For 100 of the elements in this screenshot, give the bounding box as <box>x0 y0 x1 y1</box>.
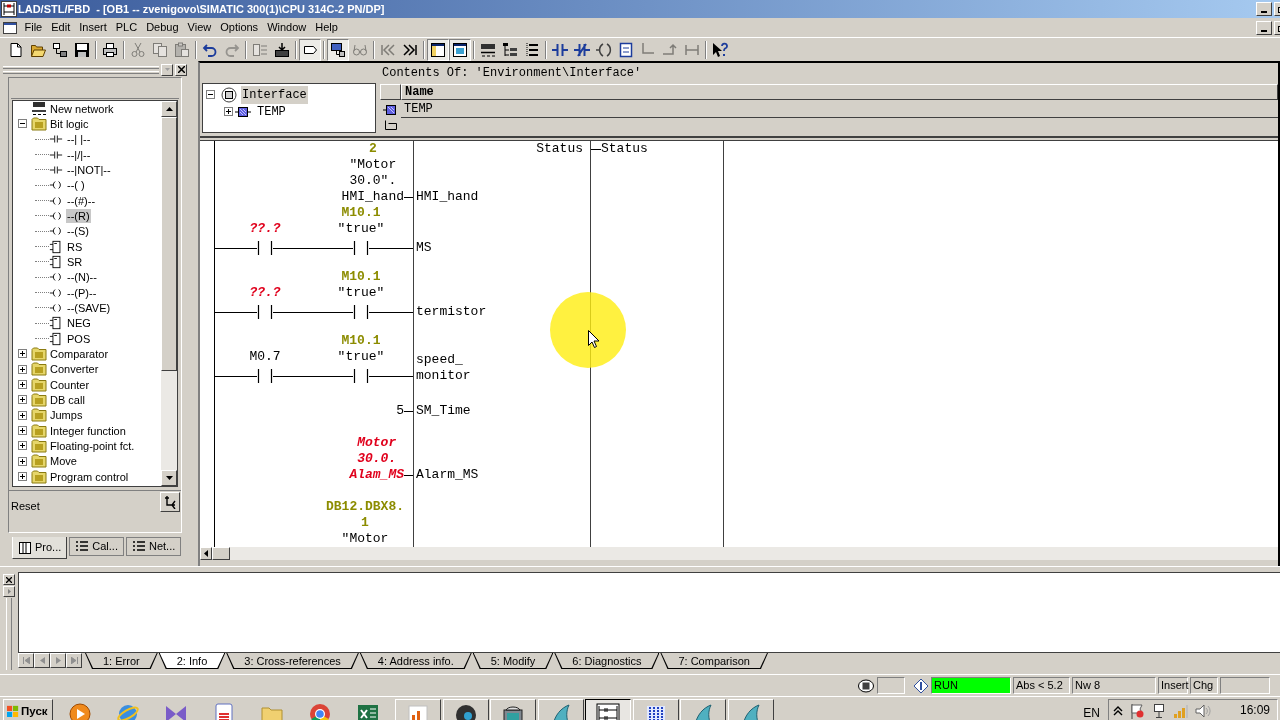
download-icon <box>274 41 290 58</box>
toolbar-button[interactable] <box>449 38 471 61</box>
quick-launch-button[interactable] <box>68 702 92 720</box>
output-tab[interactable]: 7: Comparison <box>660 653 768 669</box>
quick-launch-button[interactable] <box>212 702 236 720</box>
scroll-down-button[interactable] <box>161 470 177 486</box>
expand-icon[interactable] <box>17 364 27 374</box>
clock[interactable]: 16:09 <box>1239 703 1270 717</box>
tree-item[interactable]: Bit logic <box>49 117 90 131</box>
taskbar-button[interactable] <box>585 699 631 720</box>
expand-icon[interactable] <box>17 395 27 405</box>
expand-icon[interactable] <box>17 472 27 482</box>
tree-item[interactable]: Converter <box>49 362 100 377</box>
minimize-button[interactable] <box>1256 2 1272 16</box>
tree-item[interactable]: Integer function <box>49 423 127 438</box>
expand-icon[interactable] <box>17 380 27 390</box>
output-tab[interactable]: 2: Info <box>158 653 226 669</box>
tree-item[interactable]: POS <box>66 331 92 346</box>
tree-item[interactable]: --(SAVE) <box>66 300 112 315</box>
edit-mode-status: Insert <box>1158 677 1188 694</box>
tree-item[interactable]: Floating-point fct. <box>49 438 136 453</box>
panel-tab[interactable]: Pro... <box>12 537 68 559</box>
toolbar-button[interactable] <box>299 38 321 61</box>
scrollbar-thumb[interactable] <box>212 547 230 560</box>
horizontal-scrollbar[interactable] <box>200 547 1278 560</box>
operand-label: "true" <box>337 349 385 365</box>
tree-item[interactable]: Move <box>49 454 78 469</box>
pin-button[interactable] <box>3 586 15 597</box>
language-indicator[interactable]: EN <box>1083 704 1100 720</box>
tree-item[interactable]: --( ) <box>66 178 86 193</box>
scroll-up-button[interactable] <box>161 101 177 117</box>
collapse-icon[interactable] <box>17 119 27 129</box>
tree-item[interactable]: DB call <box>49 392 86 407</box>
tree-item[interactable]: Jumps <box>49 408 84 423</box>
column-header[interactable]: Name <box>401 84 1278 100</box>
quick-launch-button[interactable] <box>308 702 332 720</box>
tree-item[interactable]: --|NOT|-- <box>66 162 112 177</box>
expand-icon[interactable] <box>17 441 27 451</box>
tree-item[interactable]: New network <box>49 101 115 116</box>
quick-launch-button[interactable] <box>356 702 380 720</box>
tree-item[interactable]: --(N)-- <box>66 270 98 285</box>
folder-icon <box>31 422 47 439</box>
scroll-left-button[interactable] <box>200 547 212 560</box>
menu-item[interactable]: Options <box>215 19 263 36</box>
menu-item[interactable]: Edit <box>46 19 75 36</box>
menu-item[interactable]: PLC <box>111 19 142 36</box>
scrollbar[interactable] <box>161 101 177 486</box>
box-icon <box>49 254 63 269</box>
skip-forward-icon <box>402 41 418 58</box>
start-button[interactable]: Пуск <box>3 699 53 720</box>
menu-item[interactable]: File <box>20 19 47 36</box>
output-tab[interactable]: 4: Address info. <box>359 653 472 669</box>
tree-item[interactable]: --|/|-- <box>66 147 92 162</box>
tree-item[interactable]: Counter <box>49 377 91 392</box>
output-tab[interactable]: 1: Error <box>85 653 158 669</box>
collapse-icon[interactable] <box>206 90 215 99</box>
expand-icon[interactable] <box>17 349 27 359</box>
tree-item[interactable]: Comparator <box>49 346 110 361</box>
expand-icon[interactable] <box>17 426 27 436</box>
operand-label: "true" <box>337 221 385 237</box>
tree-item[interactable]: SR <box>66 254 84 269</box>
tree-item[interactable]: --(S) <box>66 224 90 239</box>
insert-button[interactable] <box>160 492 180 512</box>
tab-scroll-button[interactable] <box>34 653 50 668</box>
output-tab[interactable]: 6: Diagnostics <box>554 653 660 669</box>
toolbar-button[interactable] <box>427 38 449 61</box>
tab-scroll-button[interactable] <box>50 653 66 668</box>
tree-item[interactable]: --(R) <box>66 208 91 223</box>
tab-scroll-button[interactable] <box>18 653 34 668</box>
tree-item[interactable]: --(P)-- <box>66 285 98 300</box>
menu-item[interactable]: View <box>183 19 216 36</box>
minimize-button[interactable] <box>1256 20 1272 35</box>
pin-label: Alarm_MS <box>416 467 480 483</box>
output-tab[interactable]: 3: Cross-references <box>226 653 359 669</box>
tree-item[interactable]: Program control <box>49 469 130 484</box>
expand-icon[interactable] <box>17 456 27 466</box>
dropdown-button[interactable] <box>161 63 173 76</box>
menu-item[interactable]: Help <box>310 19 343 36</box>
panel-tab[interactable]: Net... <box>126 537 182 556</box>
menu-item[interactable]: Insert <box>74 19 112 36</box>
toolbar-button[interactable] <box>327 38 349 61</box>
menu-item[interactable]: Debug <box>141 19 184 36</box>
scrollbar-thumb[interactable] <box>161 117 177 371</box>
output-tab[interactable]: 5: Modify <box>472 653 554 669</box>
tree-item[interactable]: Interface <box>241 85 308 104</box>
tree-item[interactable]: NEG <box>66 316 92 331</box>
tree-item[interactable]: --(#)-- <box>66 193 97 208</box>
expand-icon[interactable] <box>224 107 233 116</box>
tree-item[interactable]: TEMP <box>256 102 287 121</box>
panel-tab[interactable]: Cal... <box>69 537 124 556</box>
tree-item[interactable]: --| |-- <box>66 132 92 147</box>
close-button[interactable] <box>175 63 187 76</box>
tree-list-icon <box>524 41 540 58</box>
pin-label: HMI_hand <box>416 189 480 205</box>
menu-item[interactable]: Window <box>262 19 311 36</box>
tree-item[interactable]: RS <box>66 239 84 254</box>
tab-scroll-button[interactable] <box>66 653 82 668</box>
picture-window-icon <box>452 41 468 58</box>
close-button[interactable] <box>3 574 15 585</box>
expand-icon[interactable] <box>17 410 27 420</box>
